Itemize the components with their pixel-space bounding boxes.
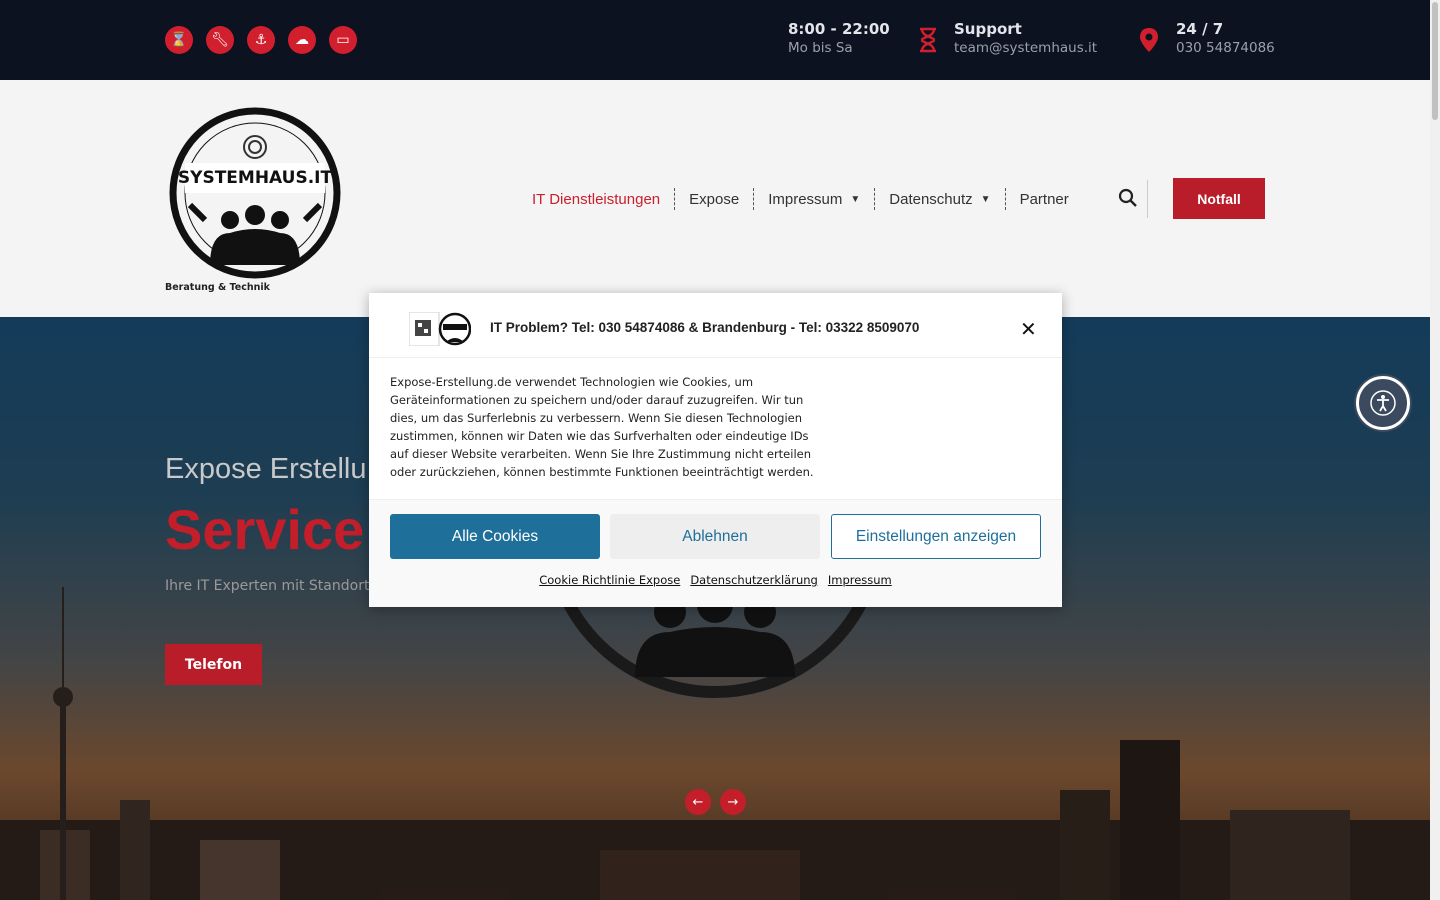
nav-item-it-dienstleistungen[interactable]: IT Dienstleistungen bbox=[532, 188, 674, 210]
nav-label: IT Dienstleistungen bbox=[532, 190, 661, 208]
show-preferences-button[interactable]: Einstellungen anzeigen bbox=[831, 514, 1041, 559]
slider-prev-arrow-icon[interactable]: ← bbox=[685, 789, 711, 815]
emergency-button[interactable]: Notfall bbox=[1173, 178, 1265, 219]
nav-item-expose[interactable]: Expose bbox=[674, 188, 753, 210]
top-bar: ⌛ 🔧︎ ⚓︎ ☁ ▭ 8:00 - 22:00 Mo bis Sa Suppo… bbox=[0, 0, 1430, 80]
hours-info: 8:00 - 22:00 Mo bis Sa bbox=[788, 20, 890, 58]
search-icon[interactable] bbox=[1118, 188, 1138, 208]
phone-info: 24 / 7 030 54874086 bbox=[1176, 20, 1275, 58]
map-pin-icon bbox=[1140, 28, 1158, 52]
laptop-icon[interactable]: ▭ bbox=[329, 26, 357, 54]
cookie-consent-dialog: IT Problem? Tel: 030 54874086 & Brandenb… bbox=[369, 293, 1062, 607]
nav-divider bbox=[1147, 180, 1148, 218]
deny-cookies-button[interactable]: Ablehnen bbox=[610, 514, 820, 559]
nav-label: Impressum bbox=[768, 190, 843, 208]
nav-label: Expose bbox=[689, 190, 740, 208]
hero-text: Ihre IT Experten mit Standorten bbox=[165, 578, 387, 594]
dialog-logo bbox=[409, 312, 471, 346]
hero-subtitle: Expose Erstellu bbox=[165, 453, 367, 485]
cookie-dialog-title: IT Problem? Tel: 030 54874086 & Brandenb… bbox=[490, 320, 920, 335]
support-info: Support team@systemhaus.it bbox=[954, 20, 1097, 58]
nav-label: Datenschutz bbox=[889, 190, 973, 208]
cookie-policy-link[interactable]: Cookie Richtlinie Expose bbox=[539, 573, 680, 587]
chevron-down-icon: ▼ bbox=[850, 193, 861, 205]
hourglass-icon[interactable]: ⌛ bbox=[165, 26, 193, 54]
wrench-icon[interactable]: 🔧︎ bbox=[206, 26, 234, 54]
nav-item-datenschutz[interactable]: Datenschutz ▼ bbox=[874, 188, 1004, 210]
accept-all-cookies-button[interactable]: Alle Cookies bbox=[390, 514, 600, 559]
chevron-down-icon: ▼ bbox=[980, 193, 991, 205]
close-icon[interactable]: ✕ bbox=[1020, 319, 1037, 339]
scrollbar-thumb[interactable] bbox=[1432, 2, 1438, 120]
hero-title: Service bbox=[165, 498, 365, 561]
page-scrollbar[interactable] bbox=[1430, 0, 1440, 900]
accessibility-button[interactable] bbox=[1356, 376, 1410, 430]
top-icon-row: ⌛ 🔧︎ ⚓︎ ☁ ▭ bbox=[165, 26, 357, 54]
phone-title: 24 / 7 bbox=[1176, 20, 1224, 38]
imprint-link[interactable]: Impressum bbox=[828, 573, 892, 587]
nav-item-partner[interactable]: Partner bbox=[1004, 188, 1083, 210]
logo-tagline: Beratung & Technik bbox=[165, 282, 270, 293]
cookie-dialog-header: IT Problem? Tel: 030 54874086 & Brandenb… bbox=[369, 293, 1062, 358]
phone-number[interactable]: 030 54874086 bbox=[1176, 39, 1275, 58]
site-header: SYSTEMHAUS.IT Beratung & Technik IT Dien… bbox=[0, 80, 1430, 317]
cloud-icon[interactable]: ☁ bbox=[288, 26, 316, 54]
cookie-dialog-actions: Alle Cookies Ablehnen Einstellungen anze… bbox=[369, 499, 1062, 607]
nav-item-impressum[interactable]: Impressum ▼ bbox=[753, 188, 874, 210]
hourglass-icon bbox=[920, 27, 936, 53]
cookie-dialog-text: Expose-Erstellung.de verwendet Technolog… bbox=[390, 375, 814, 479]
hours-title: 8:00 - 22:00 bbox=[788, 20, 890, 38]
nav-label: Partner bbox=[1019, 190, 1069, 208]
support-title: Support bbox=[954, 20, 1022, 38]
logo-text: SYSTEMHAUS.IT bbox=[178, 168, 333, 188]
hours-sub: Mo bis Sa bbox=[788, 40, 853, 56]
main-nav: IT Dienstleistungen Expose Impressum ▼ Da… bbox=[532, 188, 1083, 210]
accessibility-icon bbox=[1370, 390, 1396, 416]
slider-next-arrow-icon[interactable]: → bbox=[720, 789, 746, 815]
privacy-policy-link[interactable]: Datenschutzerklärung bbox=[690, 573, 818, 587]
systemhaus-logo[interactable]: SYSTEMHAUS.IT bbox=[165, 105, 345, 285]
support-email[interactable]: team@systemhaus.it bbox=[954, 39, 1097, 58]
cookie-dialog-links: Cookie Richtlinie Expose Datenschutzerkl… bbox=[369, 573, 1062, 587]
anchor-icon[interactable]: ⚓︎ bbox=[247, 26, 275, 54]
phone-button[interactable]: Telefon bbox=[165, 644, 262, 685]
